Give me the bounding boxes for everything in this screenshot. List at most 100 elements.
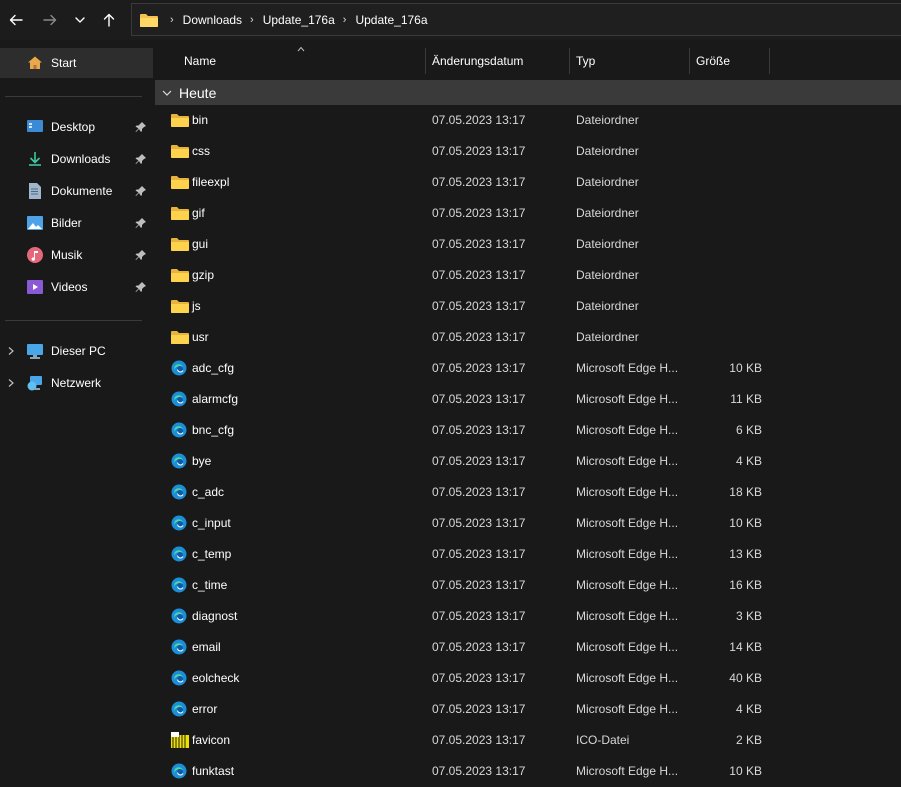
file-row[interactable]: c_adc 07.05.2023 13:17 Microsoft Edge H...…: [153, 477, 901, 508]
address-bar[interactable]: › Downloads › Update_176a › Update_176a: [131, 3, 901, 36]
file-type: Microsoft Edge H...: [576, 640, 679, 654]
file-type: Microsoft Edge H...: [576, 423, 679, 437]
file-row[interactable]: bnc_cfg 07.05.2023 13:17 Microsoft Edge H.…: [153, 415, 901, 446]
file-type: Dateiordner: [576, 206, 639, 220]
chevron-right-icon[interactable]: ›: [250, 14, 254, 26]
back-button[interactable]: [4, 8, 28, 32]
recent-locations-button[interactable]: [68, 8, 92, 32]
sidebar-item-videos[interactable]: Videos: [0, 272, 153, 302]
file-row[interactable]: favicon 07.05.2023 13:17 ICO-Datei 2 KB: [153, 725, 901, 756]
chevron-right-icon[interactable]: [6, 346, 16, 356]
edge-html-icon: [171, 639, 189, 655]
column-header-type[interactable]: Typ: [576, 44, 595, 78]
file-size: 13 KB: [729, 547, 762, 561]
sidebar-item-documents[interactable]: Dokumente: [0, 176, 153, 206]
file-row[interactable]: c_time 07.05.2023 13:17 Microsoft Edge H..…: [153, 570, 901, 601]
pin-icon[interactable]: [135, 249, 147, 261]
arrow-left-icon: [9, 14, 23, 26]
file-size: 2 KB: [735, 733, 762, 747]
file-name: bnc_cfg: [192, 423, 235, 437]
file-row[interactable]: bye 07.05.2023 13:17 Microsoft Edge H... 4 …: [153, 446, 901, 477]
file-row[interactable]: gif 07.05.2023 13:17 Dateiordner: [153, 198, 901, 229]
sidebar-item-network[interactable]: Netzwerk: [0, 368, 153, 398]
file-row[interactable]: error 07.05.2023 13:17 Microsoft Edge H...…: [153, 694, 901, 725]
file-row[interactable]: email 07.05.2023 13:17 Microsoft Edge H...…: [153, 632, 901, 663]
pin-icon[interactable]: [135, 153, 147, 165]
file-row[interactable]: fileexpl 07.05.2023 13:17 Dateiordner: [153, 167, 901, 198]
file-row[interactable]: adc_cfg 07.05.2023 13:17 Microsoft Edge H.…: [153, 353, 901, 384]
file-type: Microsoft Edge H...: [576, 516, 679, 530]
edge-html-icon: [171, 670, 189, 686]
edge-html-icon: [171, 453, 189, 469]
sidebar-item-label: Bilder: [51, 216, 82, 230]
folder-icon: [140, 13, 158, 27]
file-row[interactable]: funktast 07.05.2023 13:17 Microsoft Edge H…: [153, 756, 901, 787]
column-header-date[interactable]: Änderungsdatum: [432, 44, 523, 78]
sidebar-item-label: Videos: [51, 280, 88, 294]
breadcrumb-item[interactable]: Update_176a: [263, 13, 335, 27]
video-icon: [27, 279, 43, 295]
file-name: eolcheck: [192, 671, 240, 685]
file-name: email: [192, 640, 221, 654]
pin-icon[interactable]: [135, 185, 147, 197]
sidebar-item-label: Netzwerk: [51, 376, 102, 390]
column-resize-handle[interactable]: [769, 48, 770, 74]
file-row[interactable]: bin 07.05.2023 13:17 Dateiordner: [153, 105, 901, 136]
file-type: Microsoft Edge H...: [576, 547, 679, 561]
file-date: 07.05.2023 13:17: [432, 423, 526, 437]
chevron-down-icon: [75, 17, 85, 23]
file-row[interactable]: diagnost 07.05.2023 13:17 Microsoft Edge H…: [153, 601, 901, 632]
file-type: Microsoft Edge H...: [576, 671, 679, 685]
pictures-icon: [27, 215, 43, 231]
file-row[interactable]: usr 07.05.2023 13:17 Dateiordner: [153, 322, 901, 353]
column-header-size[interactable]: Größe: [696, 44, 730, 78]
file-date: 07.05.2023 13:17: [432, 454, 526, 468]
file-size: [693, 322, 762, 353]
pin-icon[interactable]: [135, 217, 147, 229]
column-resize-handle[interactable]: [569, 48, 570, 74]
file-row[interactable]: alarmcfg 07.05.2023 13:17 Microsoft Edge H…: [153, 384, 901, 415]
file-row[interactable]: c_input 07.05.2023 13:17 Microsoft Edge H.…: [153, 508, 901, 539]
up-button[interactable]: [97, 8, 121, 32]
file-row[interactable]: eolcheck 07.05.2023 13:17 Microsoft Edge H…: [153, 663, 901, 694]
chevron-right-icon[interactable]: ›: [170, 14, 174, 26]
file-row[interactable]: css 07.05.2023 13:17 Dateiordner: [153, 136, 901, 167]
download-icon: [27, 151, 43, 167]
column-header-name[interactable]: Name: [184, 44, 216, 78]
chevron-down-icon[interactable]: [161, 87, 173, 99]
edge-html-icon: [171, 484, 189, 500]
sidebar-item-pictures[interactable]: Bilder: [0, 208, 153, 238]
breadcrumb-item[interactable]: Downloads: [183, 13, 242, 27]
column-resize-handle[interactable]: [425, 48, 426, 74]
file-row[interactable]: js 07.05.2023 13:17 Dateiordner: [153, 291, 901, 322]
sidebar-item-start[interactable]: Start: [0, 48, 153, 78]
file-row[interactable]: gui 07.05.2023 13:17 Dateiordner: [153, 229, 901, 260]
file-row[interactable]: c_temp 07.05.2023 13:17 Microsoft Edge H..…: [153, 539, 901, 570]
pin-icon[interactable]: [135, 121, 147, 133]
column-header-row: Name Änderungsdatum Typ Größe: [153, 44, 901, 78]
folder-icon: [171, 143, 189, 159]
sidebar-item-downloads[interactable]: Downloads: [0, 144, 153, 174]
network-icon: [27, 375, 43, 391]
column-resize-handle[interactable]: [689, 48, 690, 74]
edge-html-icon: [171, 422, 189, 438]
desktop-icon: [27, 119, 43, 135]
group-header-today[interactable]: Heute: [155, 80, 901, 105]
breadcrumb-item[interactable]: Update_176a: [355, 13, 427, 27]
pin-icon[interactable]: [135, 281, 147, 293]
sidebar-item-music[interactable]: Musik: [0, 240, 153, 270]
sidebar-item-this-pc[interactable]: Dieser PC: [0, 336, 153, 366]
file-date: 07.05.2023 13:17: [432, 547, 526, 561]
file-name: diagnost: [192, 609, 238, 623]
edge-html-icon: [171, 763, 189, 779]
file-size: [693, 229, 762, 260]
navigation-bar: › Downloads › Update_176a › Update_176a: [0, 0, 901, 40]
chevron-right-icon[interactable]: ›: [343, 14, 347, 26]
forward-button[interactable]: [38, 8, 62, 32]
file-row[interactable]: gzip 07.05.2023 13:17 Dateiordner: [153, 260, 901, 291]
folder-icon: [171, 174, 189, 190]
sidebar-item-desktop[interactable]: Desktop: [0, 112, 153, 142]
chevron-right-icon[interactable]: [6, 378, 16, 388]
file-size: 3 KB: [735, 609, 762, 623]
ico-file-icon: [171, 732, 189, 748]
